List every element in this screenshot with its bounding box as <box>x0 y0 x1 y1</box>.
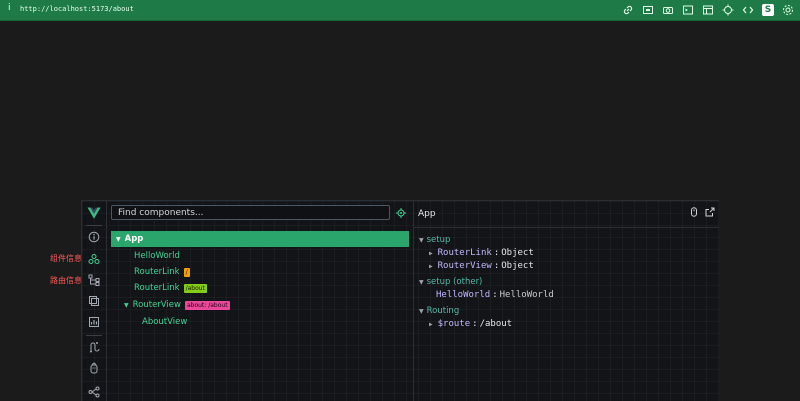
rail-divider <box>86 225 102 226</box>
select-component-target-icon[interactable] <box>396 208 406 218</box>
camera-icon[interactable] <box>662 4 674 16</box>
component-info-annotation: 组件信息 <box>50 254 82 263</box>
route-tag-badge: / <box>183 267 190 277</box>
route-info-annotation: 路由信息 <box>50 276 82 285</box>
section-title: setup <box>426 235 451 245</box>
collapse-caret-icon[interactable]: ▼ <box>419 308 424 315</box>
inspector-title: App <box>418 209 436 219</box>
prop-row[interactable]: ▶ RouterView : Object <box>429 261 534 271</box>
code-brackets-icon[interactable] <box>742 4 754 16</box>
collapse-caret-icon[interactable]: ▼ <box>419 237 424 244</box>
collapse-caret-icon[interactable]: ▼ <box>419 279 424 286</box>
link-icon[interactable] <box>622 4 634 16</box>
address-bar-url[interactable]: http://localhost:5173/about <box>20 5 134 13</box>
section-header-routing[interactable]: ▼ Routing <box>419 306 459 316</box>
tree-node-label: AboutView <box>142 317 188 327</box>
tree-node-label: RouterLink <box>134 267 180 277</box>
assets-icon[interactable] <box>88 295 100 307</box>
vue-devtools-panel: ▼ App HelloWorld RouterLink / RouterLink… <box>81 200 719 401</box>
components-icon[interactable] <box>88 253 100 265</box>
layout-icon[interactable] <box>702 4 714 16</box>
expand-caret-icon[interactable]: ▶ <box>429 321 433 328</box>
expand-caret-icon[interactable]: ▼ <box>116 236 121 243</box>
tree-node-app[interactable]: ▼ App <box>111 231 409 247</box>
graph-icon[interactable] <box>88 386 100 398</box>
expand-caret-icon[interactable]: ▼ <box>124 302 129 309</box>
section-header-setup-other[interactable]: ▼ setup (other) <box>419 277 482 287</box>
site-info-icon[interactable]: i <box>8 3 11 13</box>
routes-icon[interactable] <box>88 341 100 353</box>
extension-s-icon[interactable]: S <box>762 4 774 16</box>
prop-separator: : <box>493 261 500 271</box>
prop-key: RouterView <box>437 261 492 271</box>
route-tag-badge: about: /about <box>184 300 230 310</box>
route-tag-badge: /about <box>183 283 207 293</box>
prop-value: /about <box>479 319 513 329</box>
section-title: setup (other) <box>426 277 483 287</box>
expand-caret-icon[interactable]: ▶ <box>429 250 433 257</box>
open-in-editor-icon[interactable] <box>705 207 715 217</box>
browser-toolbar: i http://localhost:5173/about S <box>0 0 800 21</box>
tree-node-label: RouterView <box>132 300 181 310</box>
pinia-store-icon[interactable] <box>88 362 100 374</box>
prop-key: RouterLink <box>437 248 492 258</box>
section-title: Routing <box>426 306 460 316</box>
vue-logo-icon <box>87 206 101 220</box>
prop-value: HelloWorld <box>499 290 554 300</box>
settings-icon[interactable] <box>782 4 794 16</box>
find-components-input[interactable] <box>111 205 390 220</box>
prop-separator: : <box>492 290 498 300</box>
rail-divider <box>86 335 102 336</box>
inspector-divider <box>414 227 719 228</box>
prop-separator: : <box>493 248 500 258</box>
terminal-icon[interactable] <box>682 4 694 16</box>
component-tree-pane: ▼ App HelloWorld RouterLink / RouterLink… <box>107 201 414 401</box>
expand-caret-icon[interactable]: ▶ <box>429 263 433 270</box>
prop-key: $route <box>437 319 471 329</box>
browser-toolbar-icons: S <box>622 4 794 16</box>
prop-row[interactable]: ▶ $route : /about <box>429 319 512 329</box>
screen-capture-icon[interactable] <box>642 4 654 16</box>
section-header-setup[interactable]: ▼ setup <box>419 235 450 245</box>
inspector-toolbar <box>689 207 715 217</box>
prop-value: Object <box>501 261 534 271</box>
devtools-side-rail <box>82 201 107 401</box>
tree-node-routerlink[interactable]: RouterLink /about <box>134 283 207 293</box>
prop-separator: : <box>472 319 478 329</box>
prop-key: HelloWorld <box>436 290 491 300</box>
tree-node-routerview[interactable]: ▼ RouterView about: /about <box>124 300 230 310</box>
performance-chart-icon[interactable] <box>88 316 100 328</box>
crosshair-icon[interactable] <box>722 4 734 16</box>
tree-node-aboutview[interactable]: AboutView <box>142 317 187 327</box>
tree-node-helloworld[interactable]: HelloWorld <box>134 251 180 261</box>
info-icon[interactable] <box>88 231 100 243</box>
component-inspector-pane: App ▼ setup ▶ RouterLink : Object ▶ Route… <box>414 201 719 401</box>
scroll-to-component-icon[interactable] <box>689 207 699 217</box>
tree-node-label: App <box>124 234 144 244</box>
prop-value: Object <box>501 248 534 258</box>
prop-row[interactable]: HelloWorld : HelloWorld <box>436 290 554 300</box>
tree-node-label: RouterLink <box>134 283 180 293</box>
component-tree-icon[interactable] <box>88 274 100 286</box>
tree-node-routerlink[interactable]: RouterLink / <box>134 267 190 277</box>
tree-node-label: HelloWorld <box>134 251 180 261</box>
prop-row[interactable]: ▶ RouterLink : Object <box>429 248 534 258</box>
